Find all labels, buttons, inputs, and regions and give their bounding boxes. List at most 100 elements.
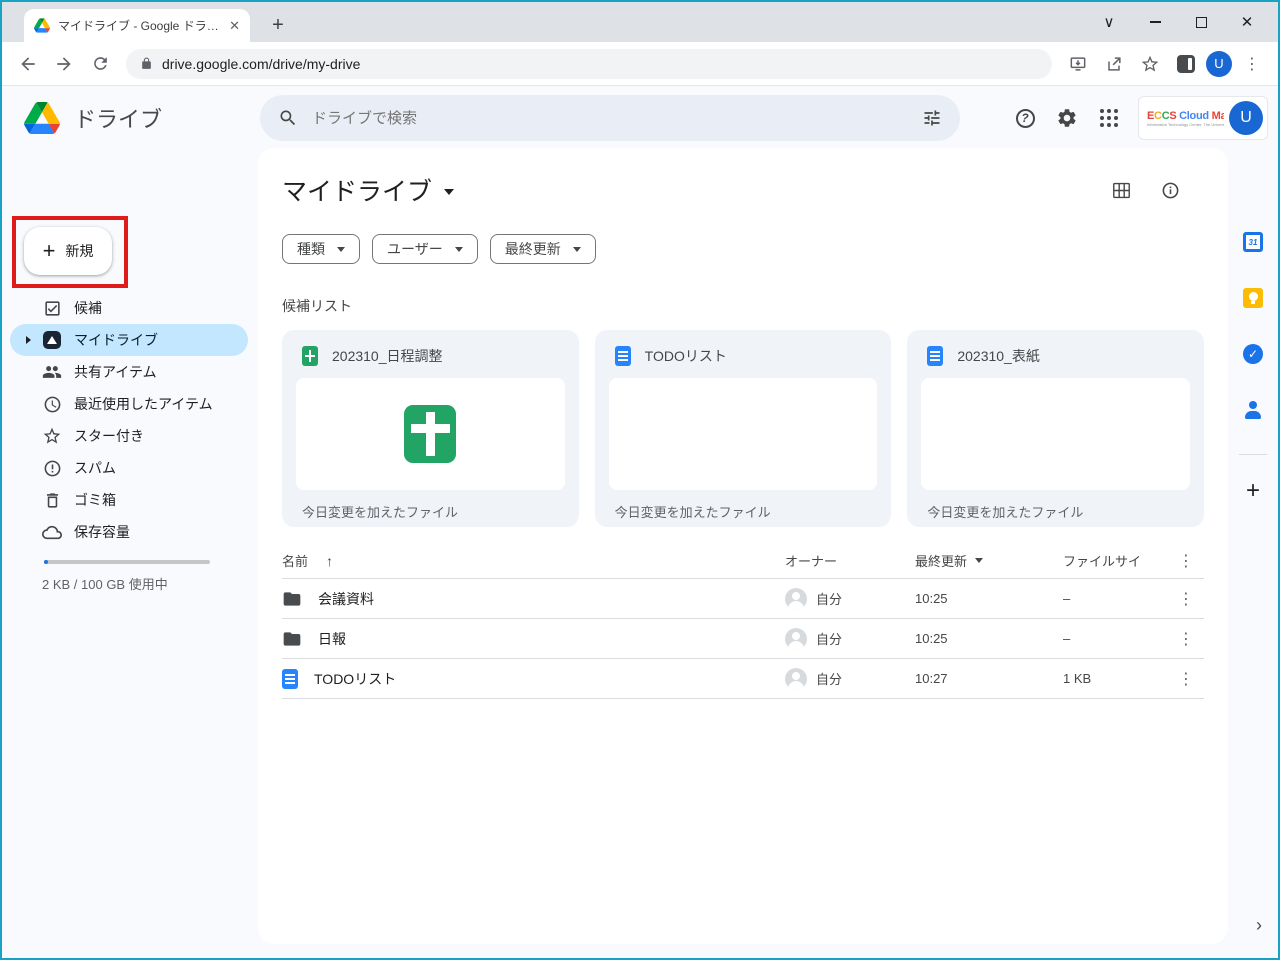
close-window-button[interactable]: ✕ <box>1224 2 1270 42</box>
cloud-icon <box>42 522 62 542</box>
drive-search-input[interactable] <box>312 110 908 127</box>
title-dropdown-icon[interactable] <box>444 189 454 195</box>
tab-close-icon[interactable]: ✕ <box>229 18 240 34</box>
file-thumbnail <box>296 378 565 490</box>
sidebar-item-recent[interactable]: 最近使用したアイテム <box>2 388 258 420</box>
people-icon <box>42 362 62 382</box>
main-content: マイドライブ 種類 ユーザー <box>258 148 1228 944</box>
table-header-row: 名前 ↑ オーナー 最終更新 ファイルサイ ⋮ <box>282 543 1204 579</box>
table-row[interactable]: 会議資料 自分 10:25 – ⋮ <box>282 579 1204 619</box>
row-menu-icon[interactable]: ⋮ <box>1168 669 1204 689</box>
sidebar-item-trash[interactable]: ゴミ箱 <box>2 484 258 516</box>
tasks-icon[interactable]: ✓ <box>1241 342 1265 366</box>
reload-icon[interactable] <box>84 48 116 80</box>
filter-chips: 種類 ユーザー 最終更新 <box>282 234 1204 264</box>
chevron-down-icon <box>975 558 983 563</box>
keep-icon[interactable] <box>1241 286 1265 310</box>
column-header-modified[interactable]: 最終更新 <box>915 551 967 570</box>
plus-icon: + <box>43 240 56 262</box>
sidebar-nav: 候補 マイドライブ 共有アイテム <box>2 292 258 548</box>
suggestion-card[interactable]: 202310_表紙 今日変更を加えたファイル <box>907 330 1204 527</box>
suggestion-card[interactable]: TODOリスト 今日変更を加えたファイル <box>595 330 892 527</box>
filter-chip-modified[interactable]: 最終更新 <box>490 234 596 264</box>
suggestion-card[interactable]: 202310_日程調整 今日変更を加えたファイル <box>282 330 579 527</box>
sort-ascending-icon[interactable]: ↑ <box>326 553 333 569</box>
storage-progress-bar <box>44 560 210 564</box>
captured-screen: マイドライブ - Google ドライブ ✕ + ∨ ✕ <box>0 0 1280 960</box>
back-icon[interactable] <box>12 48 44 80</box>
rail-divider <box>1239 454 1267 455</box>
page-title[interactable]: マイドライブ <box>282 172 432 208</box>
new-tab-button[interactable]: + <box>264 11 292 39</box>
sidebar-item-my-drive[interactable]: マイドライブ <box>10 324 248 356</box>
window-menu-icon[interactable]: ∨ <box>1086 2 1132 42</box>
new-button[interactable]: + 新規 <box>24 227 112 275</box>
column-header-owner[interactable]: オーナー <box>785 551 837 570</box>
browser-toolbar: U ⋮ <box>2 42 1278 86</box>
search-options-icon[interactable] <box>922 108 942 128</box>
minimize-button[interactable] <box>1132 2 1178 42</box>
expand-arrow-icon[interactable] <box>26 336 42 344</box>
drive-logo-icon <box>24 102 60 134</box>
drive-sidebar: + 新規 候補 マイドライブ <box>2 150 258 958</box>
drive-favicon <box>34 18 50 33</box>
drive-brand[interactable]: ドライブ <box>2 102 258 134</box>
add-addon-icon[interactable]: + <box>1246 477 1260 505</box>
account-badge[interactable]: ECCS Cloud Mail Information Technology C… <box>1138 96 1268 140</box>
filter-chip-type[interactable]: 種類 <box>282 234 360 264</box>
drive-header-actions: ? ECCS Cloud Mail Information Technology… <box>1012 86 1268 150</box>
info-icon[interactable] <box>1161 181 1180 200</box>
browser-tabstrip: マイドライブ - Google ドライブ ✕ + ∨ ✕ <box>2 2 1278 42</box>
alert-circle-icon <box>42 458 62 478</box>
browser-profile-avatar[interactable]: U <box>1206 51 1232 77</box>
table-options-icon[interactable]: ⋮ <box>1168 551 1204 571</box>
browser-menu-icon[interactable]: ⋮ <box>1236 48 1268 80</box>
check-square-icon <box>42 298 62 318</box>
sidebar-item-storage[interactable]: 保存容量 <box>2 516 258 548</box>
sidebar-item-shared[interactable]: 共有アイテム <box>2 356 258 388</box>
lock-icon <box>140 57 153 70</box>
drive-search-bar[interactable] <box>260 95 960 141</box>
folder-icon <box>282 589 302 609</box>
file-thumbnail <box>921 378 1190 490</box>
document-icon <box>615 346 631 366</box>
side-panel-icon[interactable] <box>1170 48 1202 80</box>
file-table: 名前 ↑ オーナー 最終更新 ファイルサイ ⋮ <box>282 543 1204 699</box>
drive-header: ドライブ ? <box>2 86 1278 150</box>
sidebar-item-starred[interactable]: スター付き <box>2 420 258 452</box>
folder-icon <box>282 629 302 649</box>
file-thumbnail <box>609 378 878 490</box>
account-badge-logo: ECCS Cloud Mail Information Technology C… <box>1147 110 1224 127</box>
calendar-icon[interactable]: 31 <box>1241 230 1265 254</box>
save-page-icon[interactable] <box>1062 48 1094 80</box>
apps-grid-icon[interactable] <box>1096 105 1122 131</box>
column-header-name[interactable]: 名前 <box>282 551 308 570</box>
address-bar[interactable] <box>126 49 1052 79</box>
table-row[interactable]: 日報 自分 10:25 – ⋮ <box>282 619 1204 659</box>
sidebar-item-spam[interactable]: スパム <box>2 452 258 484</box>
filter-chip-user[interactable]: ユーザー <box>372 234 478 264</box>
row-menu-icon[interactable]: ⋮ <box>1168 629 1204 649</box>
window-controls: ∨ ✕ <box>1086 2 1270 42</box>
panel-collapse-icon[interactable]: › <box>1256 915 1262 936</box>
bookmark-star-icon[interactable] <box>1134 48 1166 80</box>
sidebar-item-suggestions[interactable]: 候補 <box>2 292 258 324</box>
browser-tab[interactable]: マイドライブ - Google ドライブ ✕ <box>24 9 250 42</box>
row-menu-icon[interactable]: ⋮ <box>1168 589 1204 609</box>
column-header-size[interactable]: ファイルサイ <box>1063 554 1141 569</box>
table-row[interactable]: TODOリスト 自分 10:27 1 KB ⋮ <box>282 659 1204 699</box>
settings-gear-icon[interactable] <box>1054 105 1080 131</box>
my-drive-icon <box>42 330 62 350</box>
help-icon[interactable]: ? <box>1012 105 1038 131</box>
share-icon[interactable] <box>1098 48 1130 80</box>
owner-avatar <box>785 588 807 610</box>
grid-view-icon[interactable] <box>1112 182 1131 199</box>
storage-usage-text: 2 KB / 100 GB 使用中 <box>42 574 168 593</box>
url-input[interactable] <box>162 56 1038 72</box>
maximize-button[interactable] <box>1178 2 1224 42</box>
drive-profile-avatar[interactable]: U <box>1229 101 1263 135</box>
document-icon <box>927 346 943 366</box>
contacts-icon[interactable] <box>1241 398 1265 422</box>
drive-app: ドライブ ? <box>2 86 1278 958</box>
forward-icon[interactable] <box>48 48 80 80</box>
